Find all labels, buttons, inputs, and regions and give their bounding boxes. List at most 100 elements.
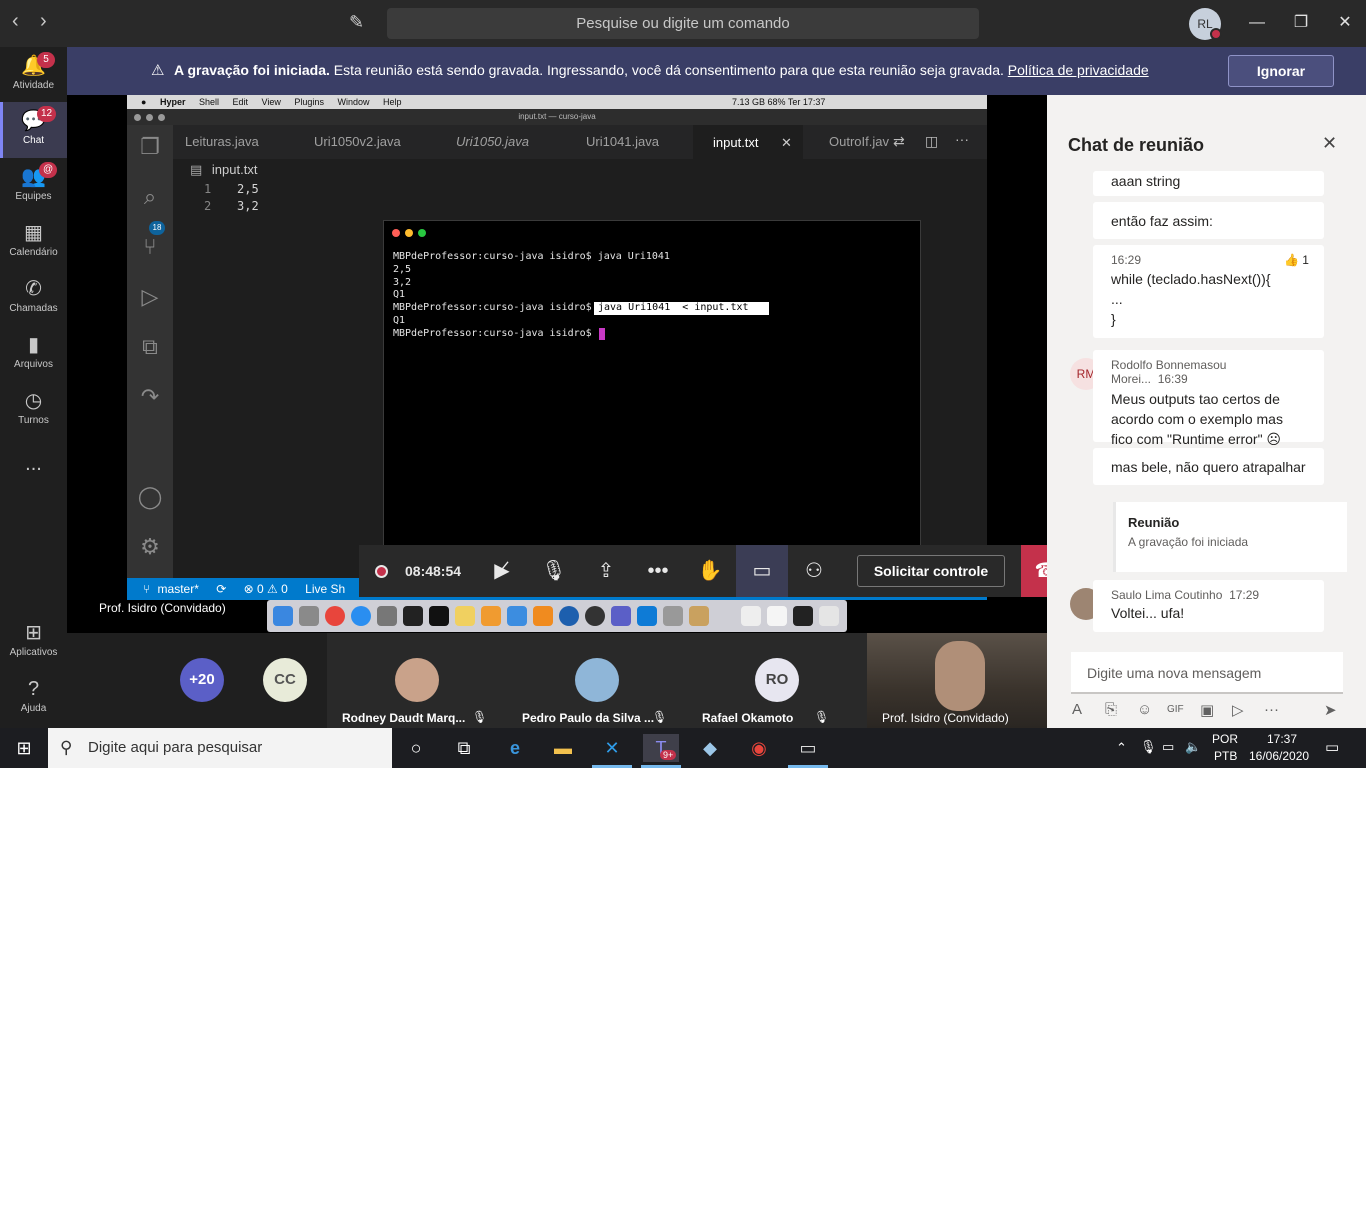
debug-icon: ▷ (141, 284, 159, 309)
send-icon[interactable]: ➤ (1324, 701, 1337, 719)
file-explorer-icon[interactable]: ▬ (545, 734, 581, 762)
split-editor-icon: ◫ (925, 133, 939, 149)
notifications-icon[interactable]: ▭ (1325, 738, 1339, 756)
breadcrumb: ▤ input.txt (190, 162, 258, 177)
message-compose-input[interactable]: Digite uma nova mensagem (1071, 652, 1343, 694)
vscode-title: input.txt — curso-java (127, 109, 987, 125)
screen-icon (793, 606, 813, 626)
sublime-icon (533, 606, 553, 626)
rail-item-atividade[interactable]: 🔔 Atividade 5 (0, 47, 67, 103)
rail-item-turnos[interactable]: ◷ Turnos (0, 382, 67, 438)
code-line: 3,2 (237, 199, 259, 213)
participant-photo (395, 658, 439, 702)
more-options-button[interactable]: ••• (632, 545, 684, 597)
launchpad-icon (299, 606, 319, 626)
privacy-policy-link[interactable]: Política de privacidade (1008, 62, 1149, 78)
tab-outroif: OutroIf.jav (829, 134, 889, 149)
chat-message: 16:29 👍 1 while (teclado.hasNext()){ ...… (1093, 245, 1324, 338)
ignore-button[interactable]: Ignorar (1228, 55, 1334, 87)
rail-item-arquivos[interactable]: ▮ Arquivos (0, 326, 67, 382)
title-bar: ‹ › ✎ Pesquise ou digite um comando RL —… (0, 0, 1366, 47)
quicktime-icon (559, 606, 579, 626)
chat-message: aaan string (1093, 171, 1324, 196)
meet-now-icon[interactable]: ▷ (1232, 701, 1244, 719)
rail-item-equipes[interactable]: 👥 Equipes @ (0, 158, 67, 214)
participants-button[interactable]: ⚇ (788, 545, 840, 597)
keyboard-layout[interactable]: PTB (1214, 749, 1237, 763)
clock-time[interactable]: 17:37 (1267, 732, 1297, 746)
window-close-dot (134, 114, 141, 121)
compose-icon[interactable]: ✎ (349, 12, 369, 32)
terminal-taskbar-icon[interactable]: ▭ (790, 734, 826, 762)
language-code[interactable]: POR (1212, 732, 1238, 746)
gif-icon[interactable]: GIF (1167, 704, 1184, 715)
volume-icon[interactable]: 🔈 (1185, 739, 1201, 755)
meeting-event-card: Reunião A gravação foi iniciada (1113, 502, 1347, 572)
reaction-like[interactable]: 👍 1 (1284, 253, 1309, 267)
chat-message: Rodolfo Bonnemasou Morei... 16:39 Meus o… (1093, 350, 1324, 447)
request-control-button[interactable]: Solicitar controle (857, 555, 1005, 587)
rail-item-ajuda[interactable]: ? Ajuda (0, 670, 67, 726)
rail-item-calendario[interactable]: ▦ Calendário (0, 214, 67, 270)
rail-item-chamadas[interactable]: ✆ Chamadas (0, 270, 67, 326)
chat-icon: 💬 (21, 110, 46, 132)
more-tools-icon[interactable]: ··· (1264, 701, 1279, 718)
attach-icon[interactable]: ⎘ (1105, 701, 1117, 718)
back-arrow-icon[interactable]: ‹ (12, 10, 19, 33)
terminal-line: Q1 (393, 315, 406, 326)
raise-hand-button[interactable]: ✋ (684, 545, 736, 597)
presenter-video: Prof. Isidro (Convidado) (867, 633, 1047, 728)
preview-icon (663, 606, 683, 626)
camera-off-button[interactable]: ▶̸ (476, 545, 528, 597)
obs-icon (585, 606, 605, 626)
rail-item-chat[interactable]: 💬 Chat 12 (0, 102, 67, 158)
rail-item-aplicativos[interactable]: ⊞ Aplicativos (0, 614, 67, 670)
branch-icon: ⑂ (143, 582, 151, 596)
more-icon: ••• (647, 560, 669, 582)
running-indicator (641, 765, 681, 768)
clock-date[interactable]: 16/06/2020 (1249, 749, 1309, 763)
mic-off-icon: 🎙 (541, 560, 567, 582)
windows-start-icon[interactable]: ⊞ (6, 734, 42, 762)
terminal-close-dot (392, 229, 400, 237)
mute-button[interactable]: 🎙 (528, 545, 580, 597)
tab-uri1050v2: Uri1050v2.java (314, 134, 401, 149)
paint-icon (689, 606, 709, 626)
hand-icon: ✋ (697, 560, 723, 582)
format-icon[interactable]: A (1072, 701, 1082, 718)
network-icon[interactable]: ▭ (1162, 739, 1174, 755)
terminal-line: MBPdeProfessor:curso-java isidro$ (393, 302, 592, 313)
edge-icon[interactable]: e (497, 734, 533, 762)
minimize-button[interactable]: — (1237, 8, 1277, 38)
message-author: Saulo Lima Coutinho (1111, 588, 1223, 602)
taskbar-search-input[interactable]: Digite aqui para pesquisar (48, 728, 392, 768)
show-chat-button[interactable]: ▭ (736, 545, 788, 597)
sticker-icon[interactable]: ▣ (1200, 701, 1214, 719)
forward-arrow-icon[interactable]: › (40, 10, 47, 33)
mic-off-icon: 🎙 (472, 710, 488, 724)
overflow-participants-button[interactable]: +20 (180, 658, 224, 702)
close-chat-icon[interactable]: ✕ (1322, 133, 1337, 154)
apple-icon: ● (141, 97, 147, 107)
microphone-icon: 🎙 (1140, 739, 1157, 754)
command-search-input[interactable]: Pesquise ou digite um comando (387, 8, 979, 39)
rail-more-button[interactable]: ... (0, 445, 67, 485)
participant-tile: RO Rafael Okamoto 🎙 (687, 633, 867, 728)
restore-button[interactable]: ❐ (1281, 8, 1321, 38)
numbers-icon (481, 606, 501, 626)
presenter-face (935, 641, 985, 711)
chrome-taskbar-icon[interactable]: ◉ (741, 734, 777, 762)
task-view-icon[interactable]: ⧉ (446, 734, 482, 762)
extensions-icon: ⧉ (142, 334, 158, 359)
share-button[interactable]: ⇪ (580, 545, 632, 597)
vscode-taskbar-icon[interactable]: ✕ (594, 734, 630, 762)
close-window-button[interactable]: ✕ (1325, 8, 1365, 38)
snip-icon[interactable]: ◆ (692, 734, 728, 762)
tray-expand-icon[interactable]: ⌃ (1116, 740, 1127, 756)
activity-badge: 5 (37, 52, 55, 68)
emoji-icon[interactable]: ☺ (1137, 701, 1152, 718)
cortana-icon[interactable]: ○ (398, 734, 434, 762)
hyper-icon (429, 606, 449, 626)
participant-name: Pedro Paulo da Silva ... (522, 711, 655, 725)
calendar-icon: ▦ (24, 222, 43, 244)
